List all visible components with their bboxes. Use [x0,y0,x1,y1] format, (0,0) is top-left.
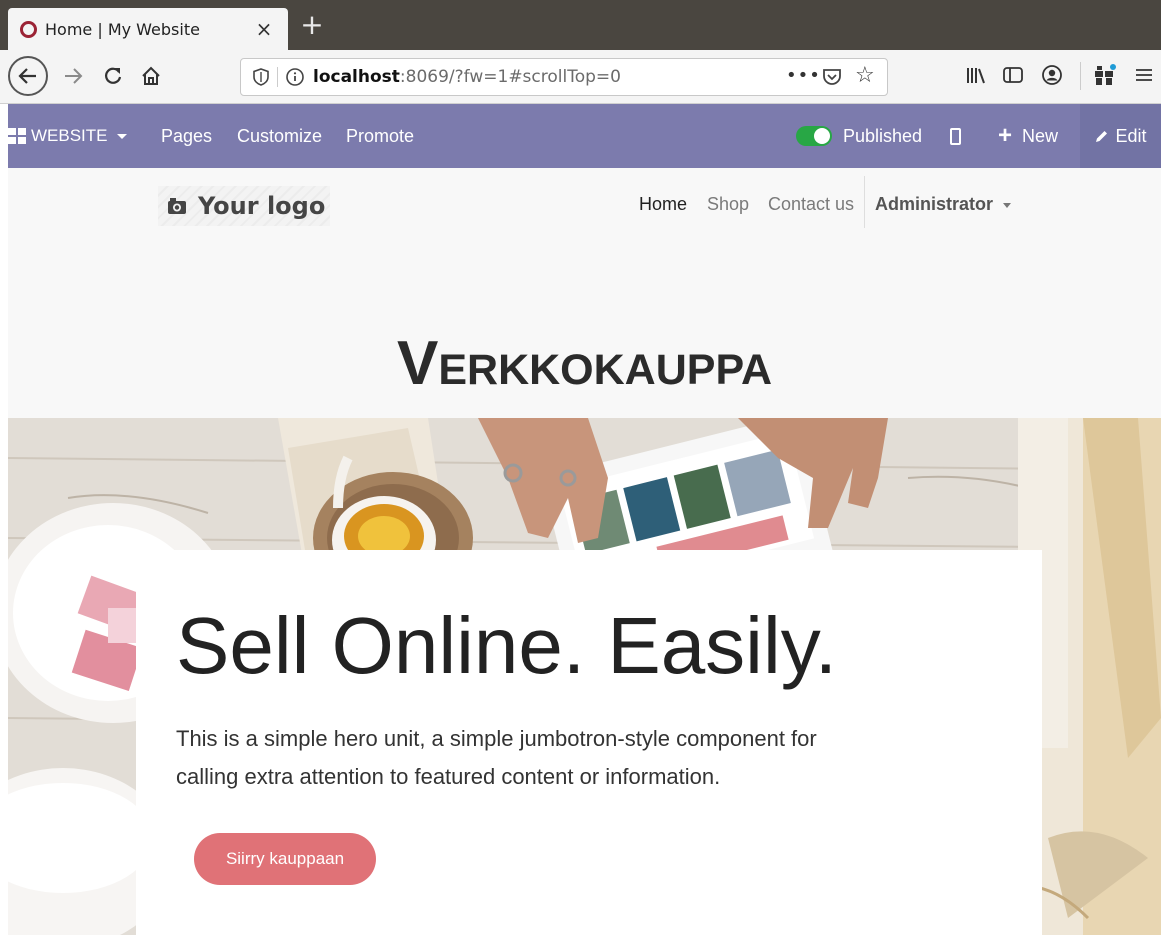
customize-menu[interactable]: Customize [237,104,322,168]
nav-shop-link[interactable]: Shop [707,194,749,215]
user-name: Administrator [875,194,994,214]
apps-grid-icon [8,128,26,144]
plus-icon: + [998,122,1013,149]
reload-button[interactable] [96,59,130,93]
site-logo[interactable]: Your logo [158,186,330,226]
new-content-button[interactable]: + New [998,104,1058,168]
browser-tab-home[interactable]: Home | My Website × [8,8,288,50]
toolbar-divider [1080,62,1081,90]
hamburger-menu-icon[interactable] [1132,63,1156,87]
nav-contact-link[interactable]: Contact us [768,194,854,215]
sidebar-toggle-icon[interactable] [1001,63,1025,87]
caret-down-icon [116,133,127,139]
website-editor-bar: WEBSITE Pages Customize Promote Publishe… [8,104,1161,168]
hero-title: Sell Online. Easily. [176,601,838,690]
url-host: localhost [313,67,400,87]
url-bar[interactable]: localhost:8069/?fw=1#scrollTop=0 ••• ☆ [240,58,888,96]
pages-menu[interactable]: Pages [161,104,212,168]
user-menu-dropdown[interactable]: Administrator [875,194,1012,215]
go-to-shop-button[interactable]: Siirry kauppaan [194,833,376,885]
promote-menu[interactable]: Promote [346,104,414,168]
library-icon[interactable] [964,63,988,87]
edit-button[interactable]: Edit [1080,104,1161,168]
logo-text: Your logo [198,192,326,220]
page-heading: Verkkokauppa [396,329,773,398]
extension-icon[interactable] [1093,63,1117,87]
published-toggle[interactable]: Published [796,104,922,168]
browser-titlebar: Home | My Website × + [0,0,1161,50]
website-menu-label: WEBSITE [31,126,108,145]
bookmark-star-icon[interactable]: ☆ [855,63,875,88]
new-label: New [1022,125,1059,146]
home-button[interactable] [134,59,168,93]
hero-jumbotron: Sell Online. Easily. This is a simple he… [136,550,1042,935]
hero-description: This is a simple hero unit, a simple jum… [176,726,817,789]
caret-down-icon [1003,202,1012,208]
url-separator [277,67,278,87]
forward-arrow-icon [65,68,83,84]
back-arrow-icon [18,68,36,84]
tracking-shield-icon[interactable] [251,67,271,87]
mobile-phone-icon [950,127,961,145]
pencil-icon [1096,130,1108,142]
tab-close-icon[interactable]: × [252,17,276,41]
published-label: Published [843,125,923,146]
nav-divider [864,176,865,228]
mobile-preview-button[interactable] [950,104,961,168]
site-info-icon[interactable] [285,67,305,87]
url-text[interactable]: localhost:8069/?fw=1#scrollTop=0 [313,67,621,87]
page-actions-icon[interactable]: ••• [786,65,821,86]
new-tab-button[interactable]: + [296,8,328,44]
odoo-favicon-icon [20,20,37,38]
reload-icon [105,67,122,84]
browser-navbar: localhost:8069/?fw=1#scrollTop=0 ••• ☆ [0,50,1161,104]
home-icon [142,66,160,85]
site-header: Your logo Home Shop Contact us Administr… [8,168,1161,418]
account-icon[interactable] [1040,63,1064,87]
website-menu-dropdown[interactable]: WEBSITE [8,104,127,168]
back-button[interactable] [8,56,48,96]
forward-button[interactable] [56,59,90,93]
url-path: :8069/?fw=1#scrollTop=0 [399,67,621,87]
pocket-icon[interactable] [821,66,843,88]
toggle-switch-icon [796,126,832,146]
tab-title: Home | My Website [45,19,200,39]
edit-label: Edit [1115,125,1147,146]
camera-icon [168,198,186,214]
nav-home-link[interactable]: Home [639,194,687,215]
